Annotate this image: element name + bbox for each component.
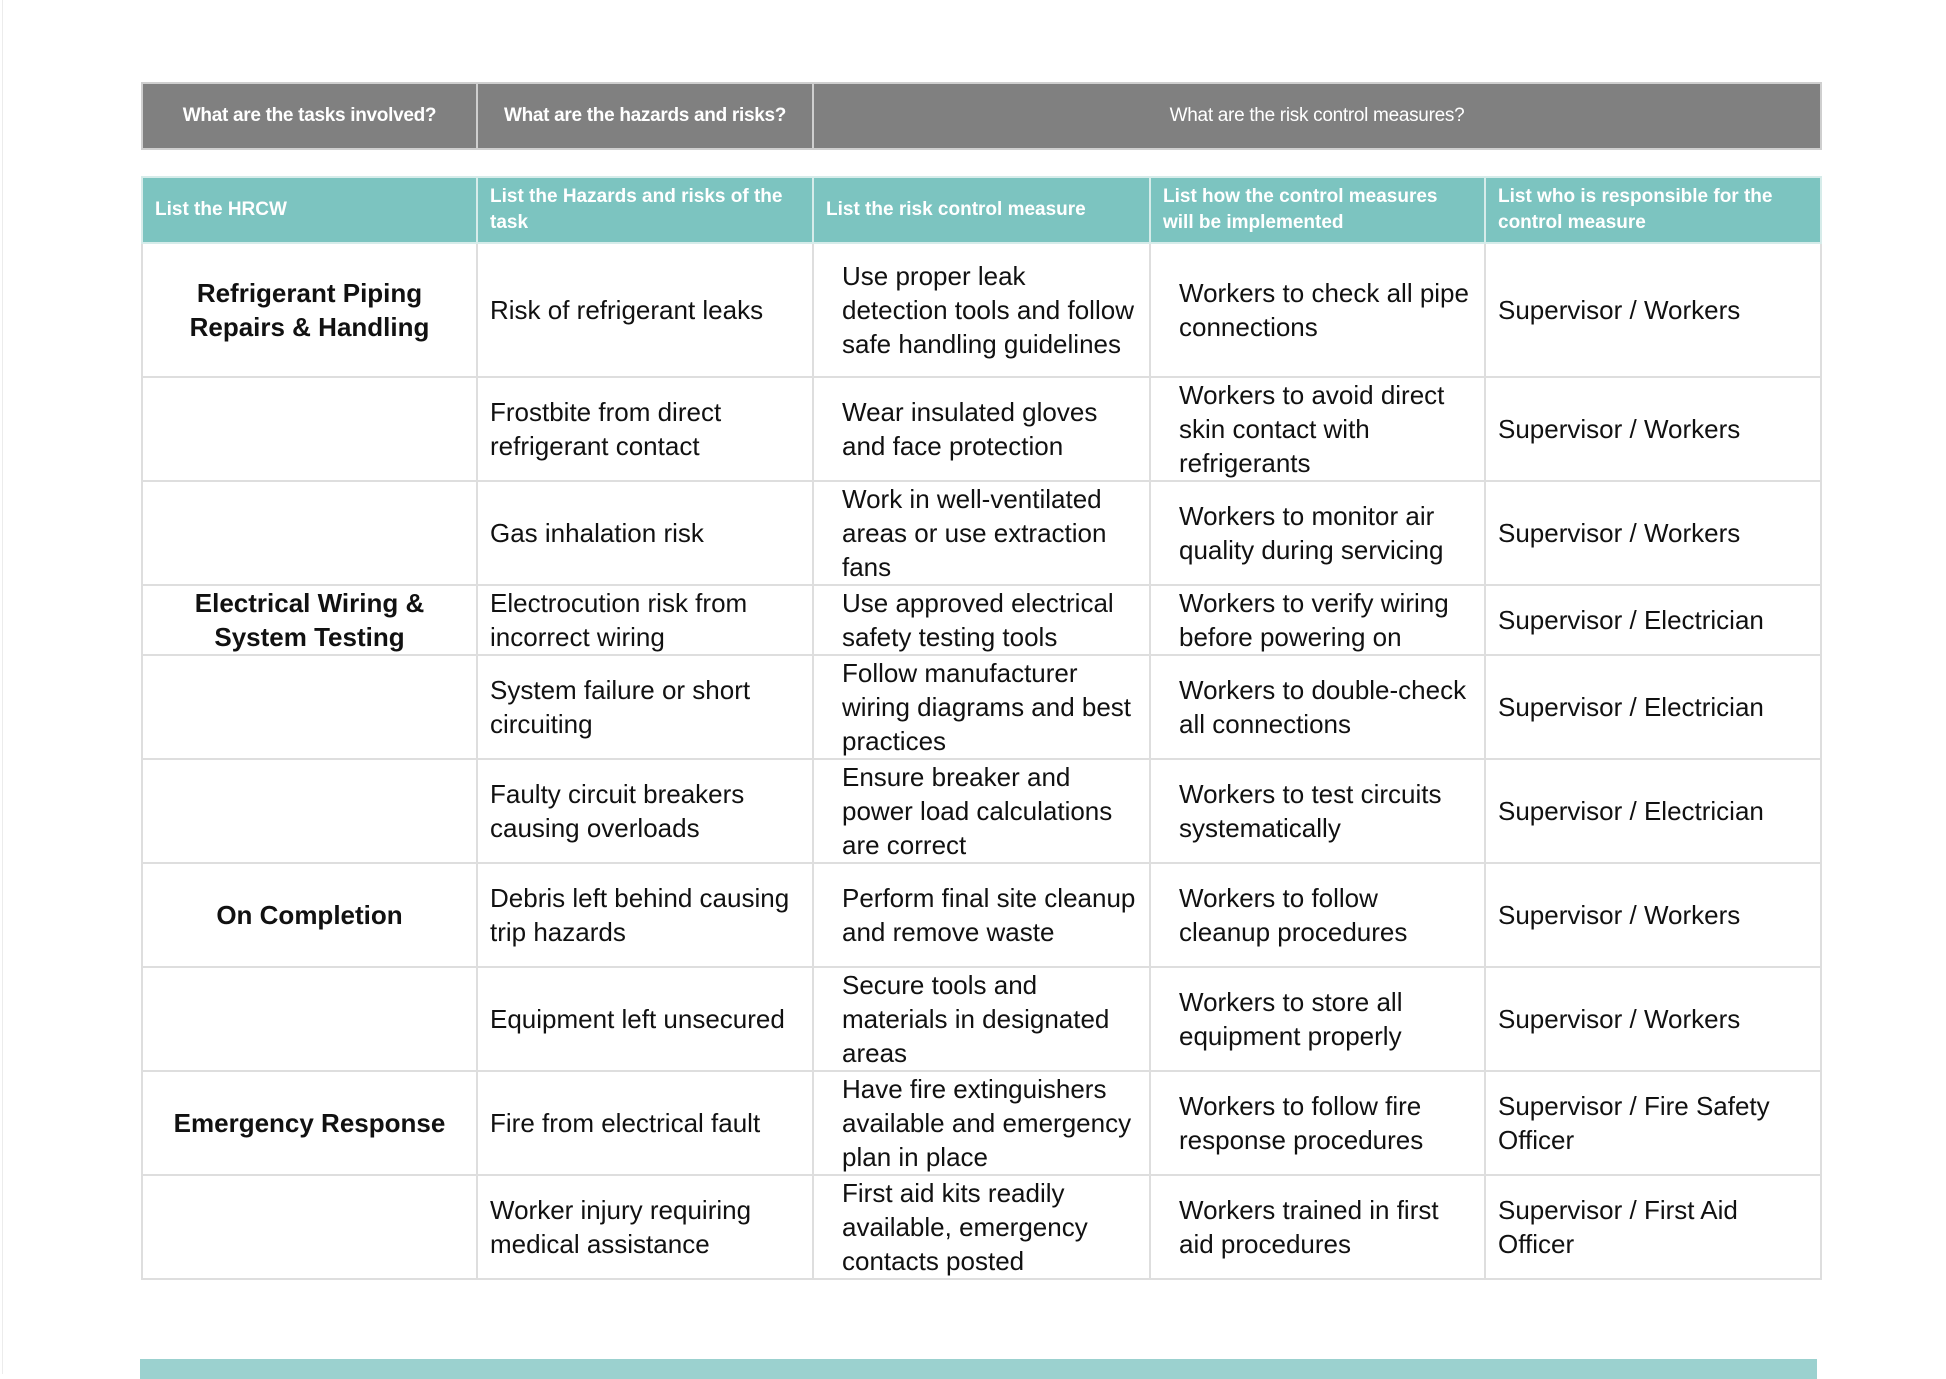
cell-hazard: System failure or short circuiting [476, 654, 814, 760]
cell-implementation: Workers to follow fire response procedur… [1149, 1070, 1486, 1176]
cell-control: First aid kits readily available, emerge… [812, 1174, 1151, 1280]
section-header-table: What are the tasks involved? What are th… [141, 82, 1822, 150]
cell-hazard: Faulty circuit breakers causing overload… [476, 758, 814, 864]
cell-hazard: Risk of refrigerant leaks [476, 242, 814, 378]
cell-implementation: Workers to test circuits systematically [1149, 758, 1486, 864]
cell-control: Have fire extinguishers available and em… [812, 1070, 1151, 1176]
cell-hazard: Worker injury requiring medical assistan… [476, 1174, 814, 1280]
cell-implementation: Workers to avoid direct skin contact wit… [1149, 376, 1486, 482]
cell-hazard: Debris left behind causing trip hazards [476, 862, 814, 968]
cell-task [141, 480, 478, 586]
cell-implementation: Workers to verify wiring before powering… [1149, 584, 1486, 656]
column-header-row: List the HRCW List the Hazards and risks… [141, 176, 1822, 244]
cell-responsible: Supervisor / Workers [1484, 862, 1822, 968]
cell-responsible: Supervisor / Electrician [1484, 654, 1822, 760]
page-edge [2, 0, 3, 1374]
table-row: Electrical Wiring & System Testing Electr… [141, 584, 1822, 656]
cell-task [141, 966, 478, 1072]
cell-task: Electrical Wiring & System Testing [141, 584, 478, 656]
cell-responsible: Supervisor / First Aid Officer [1484, 1174, 1822, 1280]
cell-responsible: Supervisor / Workers [1484, 376, 1822, 482]
cell-implementation: Workers trained in first aid procedures [1149, 1174, 1486, 1280]
cell-task [141, 758, 478, 864]
cell-hazard: Gas inhalation risk [476, 480, 814, 586]
footer-band [140, 1359, 1817, 1379]
cell-control: Follow manufacturer wiring diagrams and … [812, 654, 1151, 760]
col-header-control-measure: List the risk control measure [812, 176, 1151, 244]
table-row: Faulty circuit breakers causing overload… [141, 758, 1822, 864]
cell-control: Work in well-ventilated areas or use ext… [812, 480, 1151, 586]
col-header-responsible: List who is responsible for the control … [1484, 176, 1822, 244]
cell-control: Use approved electrical safety testing t… [812, 584, 1151, 656]
cell-task [141, 376, 478, 482]
header-risk-control-measures: What are the risk control measures? [812, 82, 1822, 150]
table-row: On Completion Debris left behind causing … [141, 862, 1822, 968]
header-tasks-involved: What are the tasks involved? [141, 82, 478, 150]
cell-responsible: Supervisor / Electrician [1484, 758, 1822, 864]
cell-control: Perform final site cleanup and remove wa… [812, 862, 1151, 968]
cell-responsible: Supervisor / Workers [1484, 966, 1822, 1072]
header-hazards-risks: What are the hazards and risks? [476, 82, 814, 150]
table-row: System failure or short circuiting Follow… [141, 654, 1822, 760]
cell-hazard: Equipment left unsecured [476, 966, 814, 1072]
cell-implementation: Workers to store all equipment properly [1149, 966, 1486, 1072]
table-row: Equipment left unsecured Secure tools and… [141, 966, 1822, 1072]
cell-responsible: Supervisor / Workers [1484, 480, 1822, 586]
cell-control: Wear insulated gloves and face protectio… [812, 376, 1151, 482]
cell-responsible: Supervisor / Electrician [1484, 584, 1822, 656]
col-header-hazards: List the Hazards and risks of the task [476, 176, 814, 244]
cell-task: On Completion [141, 862, 478, 968]
cell-task [141, 1174, 478, 1280]
table-row: Frostbite from direct refrigerant contac… [141, 376, 1822, 482]
cell-hazard: Electrocution risk from incorrect wiring [476, 584, 814, 656]
cell-task: Refrigerant Piping Repairs & Handling [141, 242, 478, 378]
cell-implementation: Workers to follow cleanup procedures [1149, 862, 1486, 968]
cell-control: Use proper leak detection tools and foll… [812, 242, 1151, 378]
table-row: Worker injury requiring medical assistan… [141, 1174, 1822, 1280]
cell-control: Secure tools and materials in designated… [812, 966, 1151, 1072]
cell-task [141, 654, 478, 760]
cell-hazard: Fire from electrical fault [476, 1070, 814, 1176]
cell-implementation: Workers to check all pipe connections [1149, 242, 1486, 378]
cell-implementation: Workers to monitor air quality during se… [1149, 480, 1486, 586]
col-header-implementation: List how the control measures will be im… [1149, 176, 1486, 244]
cell-control: Ensure breaker and power load calculatio… [812, 758, 1151, 864]
table-row: Gas inhalation risk Work in well-ventilat… [141, 480, 1822, 586]
cell-implementation: Workers to double-check all connections [1149, 654, 1486, 760]
col-header-hrcw: List the HRCW [141, 176, 478, 244]
cell-responsible: Supervisor / Fire Safety Officer [1484, 1070, 1822, 1176]
table-row: Emergency Response Fire from electrical f… [141, 1070, 1822, 1176]
cell-task: Emergency Response [141, 1070, 478, 1176]
cell-responsible: Supervisor / Workers [1484, 242, 1822, 378]
risk-assessment-table: List the HRCW List the Hazards and risks… [141, 176, 1822, 1280]
cell-hazard: Frostbite from direct refrigerant contac… [476, 376, 814, 482]
table-row: Refrigerant Piping Repairs & Handling Ris… [141, 242, 1822, 378]
